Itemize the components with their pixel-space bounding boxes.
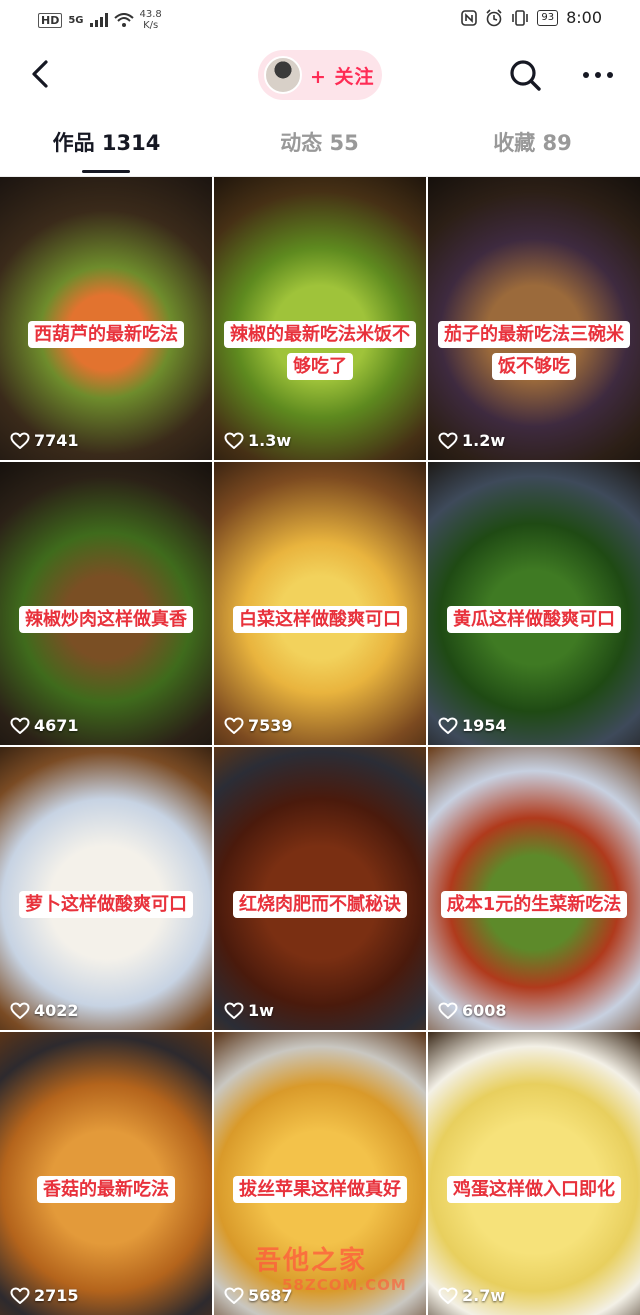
video-caption-text: 红烧肉肥而不腻秘诀 [233, 891, 407, 918]
like-count-value: 6008 [462, 1001, 507, 1020]
like-count-value: 4022 [34, 1001, 79, 1020]
clock: 8:00 [566, 8, 602, 27]
video-card[interactable]: 成本1元的生菜新吃法 6008 [428, 747, 640, 1030]
video-card[interactable]: 黄瓜这样做酸爽可口 1954 [428, 462, 640, 745]
video-caption-text: 黄瓜这样做酸爽可口 [447, 606, 621, 633]
video-caption: 白菜这样做酸爽可口 [220, 604, 420, 636]
video-caption: 辣椒的最新吃法米饭不够吃了 [220, 319, 420, 383]
video-caption: 茄子的最新吃法三碗米饭不够吃 [434, 319, 634, 383]
video-caption: 成本1元的生菜新吃法 [434, 889, 634, 921]
video-caption: 香菇的最新吃法 [6, 1174, 206, 1206]
battery-level: 93 [537, 9, 559, 26]
like-count: 6008 [438, 1001, 507, 1020]
like-count: 2715 [10, 1286, 79, 1305]
like-count-value: 1.2w [462, 431, 506, 450]
video-caption-text: 成本1元的生菜新吃法 [440, 891, 628, 918]
video-caption-text: 西葫芦的最新吃法 [28, 321, 184, 348]
video-caption-text: 拔丝苹果这样做真好 [233, 1176, 407, 1203]
like-count: 2.7w [438, 1286, 505, 1305]
video-caption-text: 香菇的最新吃法 [37, 1176, 175, 1203]
video-card[interactable]: 西葫芦的最新吃法 7741 [0, 177, 212, 460]
follow-label: + 关注 [310, 65, 375, 88]
heart-icon [10, 1002, 30, 1019]
follow-button[interactable]: + 关注 [258, 50, 382, 100]
heart-icon [224, 717, 244, 734]
like-count: 4022 [10, 1001, 79, 1020]
speed-value: 43.8 [139, 9, 162, 20]
like-count-value: 7741 [34, 431, 79, 450]
search-icon[interactable] [506, 56, 544, 94]
video-caption: 黄瓜这样做酸爽可口 [434, 604, 634, 636]
video-card[interactable]: 红烧肉肥而不腻秘诀 1w [214, 747, 426, 1030]
heart-icon [10, 1287, 30, 1304]
video-caption-text: 萝卜这样做酸爽可口 [19, 891, 193, 918]
video-caption: 辣椒炒肉这样做真香 [6, 604, 206, 636]
video-card[interactable]: 白菜这样做酸爽可口 7539 [214, 462, 426, 745]
heart-icon [438, 717, 458, 734]
tab-favorites[interactable]: 收藏 89 [426, 110, 639, 176]
video-card[interactable]: 茄子的最新吃法三碗米饭不够吃 1.2w [428, 177, 640, 460]
heart-icon [10, 432, 30, 449]
status-right: 93 8:00 [461, 8, 602, 27]
video-caption-text: 辣椒的最新吃法米饭不够吃了 [224, 321, 416, 380]
status-bar: HD 5G 43.8 K/s 93 8:00 [0, 0, 640, 40]
heart-icon [224, 432, 244, 449]
watermark-logo: 吾他之家 [255, 1246, 368, 1276]
video-grid: 西葫芦的最新吃法 7741 辣椒的最新吃法米饭不够吃了 1.3w 茄子的最新吃法三碗米饭… [0, 177, 640, 1315]
like-count: 1.3w [224, 431, 291, 450]
heart-icon [438, 1287, 458, 1304]
heart-icon [10, 717, 30, 734]
video-card[interactable]: 香菇的最新吃法 2715 [0, 1032, 212, 1315]
video-caption-text: 白菜这样做酸爽可口 [233, 606, 407, 633]
status-left: HD 5G 43.8 K/s [38, 9, 162, 31]
video-caption: 拔丝苹果这样做真好 [220, 1174, 420, 1206]
back-arrow-icon[interactable] [22, 54, 62, 94]
video-card[interactable]: 辣椒炒肉这样做真香 4671 [0, 462, 212, 745]
like-count-value: 2715 [34, 1286, 79, 1305]
signal-icon [89, 13, 108, 27]
top-nav: + 关注 [0, 40, 640, 110]
speed-unit: K/s [143, 20, 159, 31]
video-card[interactable]: 鸡蛋这样做入口即化 2.7w [428, 1032, 640, 1315]
video-card[interactable]: 萝卜这样做酸爽可口 4022 [0, 747, 212, 1030]
video-caption-text: 辣椒炒肉这样做真香 [19, 606, 193, 633]
like-count: 7741 [10, 431, 79, 450]
like-count: 7539 [224, 716, 293, 735]
tab-updates[interactable]: 动态 55 [213, 110, 426, 176]
wifi-icon [113, 13, 134, 27]
like-count-value: 7539 [248, 716, 293, 735]
video-caption: 鸡蛋这样做入口即化 [434, 1174, 634, 1206]
video-caption-text: 鸡蛋这样做入口即化 [447, 1176, 621, 1203]
video-caption: 红烧肉肥而不腻秘诀 [220, 889, 420, 921]
more-options-icon[interactable] [578, 60, 618, 90]
tab-works[interactable]: 作品 1314 [0, 110, 213, 176]
like-count-value: 1.3w [248, 431, 292, 450]
avatar[interactable] [264, 56, 302, 94]
like-count: 1.2w [438, 431, 505, 450]
like-count: 4671 [10, 716, 79, 735]
alarm-icon [486, 8, 502, 26]
heart-icon [224, 1002, 244, 1019]
like-count-value: 1w [248, 1001, 274, 1020]
hd-badge: HD [38, 12, 63, 28]
like-count: 1w [224, 1001, 274, 1020]
network-label: 5G [68, 14, 84, 26]
like-count: 1954 [438, 716, 507, 735]
like-count-value: 4671 [34, 716, 79, 735]
like-count-value: 2.7w [462, 1286, 506, 1305]
watermark-url: 58ZCOM.COM [282, 1276, 407, 1294]
video-card[interactable]: 辣椒的最新吃法米饭不够吃了 1.3w [214, 177, 426, 460]
network-speed: 43.8 K/s [140, 9, 162, 31]
vibrate-icon [512, 9, 529, 26]
heart-icon [438, 432, 458, 449]
heart-icon [438, 1002, 458, 1019]
active-tab-indicator [82, 170, 130, 173]
heart-icon [224, 1287, 244, 1304]
profile-tabs: 作品 1314 动态 55 收藏 89 [0, 110, 640, 177]
nfc-icon [461, 9, 478, 26]
video-caption: 萝卜这样做酸爽可口 [6, 889, 206, 921]
video-caption-text: 茄子的最新吃法三碗米饭不够吃 [438, 321, 630, 380]
video-caption: 西葫芦的最新吃法 [6, 319, 206, 351]
like-count-value: 1954 [462, 716, 507, 735]
